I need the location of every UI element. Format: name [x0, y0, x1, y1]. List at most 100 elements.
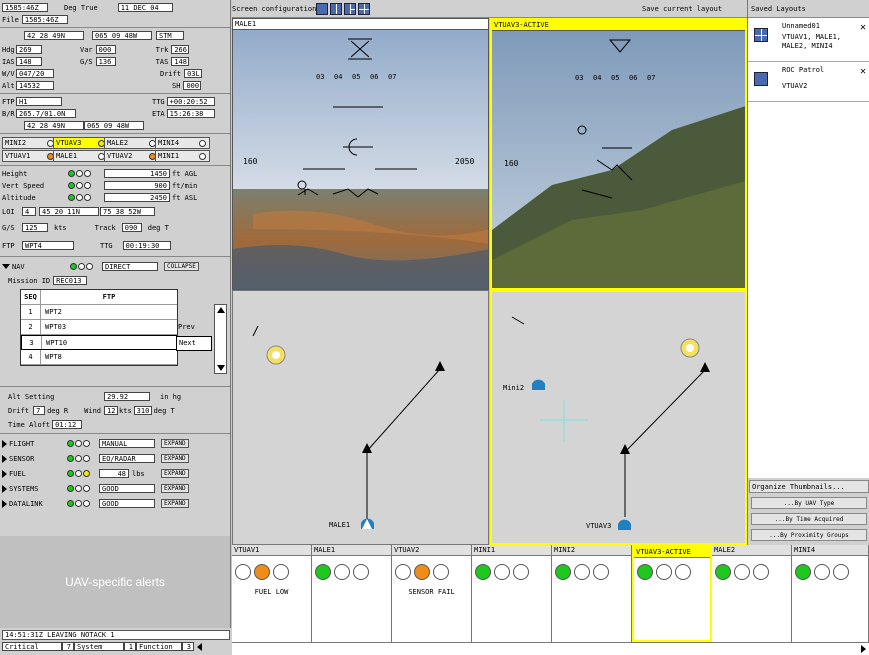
table-row[interactable]: 2 WPT03 — [21, 320, 177, 335]
uav-toggle[interactable]: MINI4 — [155, 137, 210, 149]
wind-field[interactable]: 12 — [104, 406, 119, 415]
table-row[interactable]: 1 WPT2 — [21, 305, 177, 320]
stm-field[interactable]: STM — [156, 31, 184, 40]
scroll-down-icon[interactable] — [217, 365, 225, 371]
vspeed-field[interactable]: 900 — [104, 181, 170, 190]
vtuav3-map-view[interactable]: Mini2 VTUAV3 — [490, 290, 747, 545]
system-value[interactable]: MANUAL — [99, 439, 155, 448]
system-value[interactable]: 48 — [99, 469, 129, 478]
altset-field[interactable]: 29.92 — [104, 392, 150, 401]
altitude-field[interactable]: 2450 — [104, 193, 170, 202]
collapse-button[interactable]: COLLAPSE — [164, 262, 199, 271]
expand-triangle-icon[interactable] — [2, 439, 7, 448]
layout-1-icon[interactable] — [316, 3, 328, 15]
eta-field[interactable]: 15:26:38 — [166, 109, 215, 118]
seq-cell: 1 — [21, 305, 41, 319]
uav-toggle[interactable]: VTUAV1 — [2, 150, 58, 162]
hdg-field[interactable]: 269 — [16, 45, 42, 54]
drift2-field[interactable]: 7 — [33, 406, 46, 415]
lon-field[interactable]: 065 09 48W — [92, 31, 152, 40]
uav-toggle[interactable]: VTUAV2 — [104, 150, 160, 162]
track-field[interactable]: 090 — [121, 223, 142, 232]
gs2-field[interactable]: 125 — [22, 223, 48, 232]
thumbnail-scrollbar[interactable] — [232, 642, 869, 655]
mission-field[interactable]: REC013 — [53, 276, 88, 285]
ftp2-field[interactable]: WPT4 — [22, 241, 74, 250]
by-time-button[interactable]: ...By Time Acquired — [751, 513, 867, 525]
by-type-button[interactable]: ...By UAV Type — [751, 497, 867, 509]
uav-toggle[interactable]: VTUAV3 — [53, 137, 109, 149]
saved-layout-item[interactable]: ROC Patrol VTUAV2 ✕ — [748, 62, 869, 102]
gs-field[interactable]: 136 — [95, 57, 116, 66]
uav-thumbnail[interactable]: VTUAV2 SENSOR FAIL — [392, 545, 472, 642]
save-layout-button[interactable]: Save current layout — [642, 5, 722, 13]
system-value[interactable]: GOOD — [99, 499, 155, 508]
height-field[interactable]: 1450 — [104, 169, 170, 178]
alt-field[interactable]: 14532 — [16, 81, 54, 90]
tas-field[interactable]: 148 — [171, 57, 190, 66]
expand-button[interactable]: EXPAND — [161, 484, 189, 493]
organize-button[interactable]: Organize Thumbnails... — [749, 480, 869, 493]
table-row[interactable]: 3 WPT10 — [21, 335, 177, 350]
layout-3-icon[interactable] — [344, 3, 356, 15]
loi-lat-field[interactable]: 45 20 11N — [39, 207, 99, 216]
male1-map-view[interactable]: MALE1 — [232, 290, 489, 545]
close-icon[interactable]: ✕ — [860, 22, 866, 33]
expand-button[interactable]: EXPAND — [161, 454, 189, 463]
lat2-field[interactable]: 42 28 49N — [24, 121, 84, 130]
ias-field[interactable]: 148 — [16, 57, 42, 66]
system-value[interactable]: EO/RADAR — [99, 454, 155, 463]
close-icon[interactable]: ✕ — [860, 66, 866, 77]
table-scrollbar[interactable] — [214, 304, 227, 374]
lat-field[interactable]: 42 28 49N — [24, 31, 84, 40]
uav-toggle[interactable]: MALE1 — [53, 150, 109, 162]
br-field[interactable]: 265.7/01.0N — [16, 109, 76, 118]
by-proximity-button[interactable]: ...By Proximity Groups — [751, 529, 867, 541]
expand-button[interactable]: EXPAND — [161, 439, 189, 448]
uav-toggle[interactable]: MALE2 — [104, 137, 160, 149]
uav-thumbnail[interactable]: MALE1 — [312, 545, 392, 642]
trk-field[interactable]: 266 — [171, 45, 190, 54]
scroll-left-icon[interactable] — [197, 642, 202, 651]
expand-triangle-icon[interactable] — [2, 469, 7, 478]
ttg2-field[interactable]: 00:19:30 — [122, 241, 171, 250]
saved-layout-item[interactable]: Unnamed01 VTUAV1, MALE1, MALE2, MINI4 ✕ — [748, 18, 869, 62]
var-field[interactable]: 000 — [95, 45, 116, 54]
expand-triangle-icon[interactable] — [2, 484, 7, 493]
uav-thumbnail-active[interactable]: VTUAV3-ACTIVE — [632, 545, 712, 642]
loi-lon-field[interactable]: 75 38 52W — [100, 207, 155, 216]
uav-thumbnail[interactable]: MINI1 — [472, 545, 552, 642]
expand-triangle-icon[interactable] — [2, 499, 7, 508]
scroll-right-icon[interactable] — [861, 645, 866, 653]
system-value[interactable]: GOOD — [99, 484, 155, 493]
time-aloft-field[interactable]: 01:12 — [52, 420, 83, 429]
layout-4-icon[interactable] — [358, 3, 370, 15]
uav-toggle[interactable]: MINI2 — [2, 137, 58, 149]
drift-field[interactable]: 03L — [184, 69, 203, 78]
scroll-up-icon[interactable] — [216, 307, 225, 313]
lon2-field[interactable]: 065 09 48W — [84, 121, 144, 130]
sh-field[interactable]: 000 — [183, 81, 202, 90]
uav-toggle[interactable]: MINI1 — [155, 150, 210, 162]
uav-thumbnail[interactable]: MINI2 — [552, 545, 632, 642]
coords-field[interactable]: 1585:46Z — [2, 3, 48, 12]
uav-thumbnail[interactable]: MINI4 — [792, 545, 869, 642]
ftp-field[interactable]: H1 — [16, 97, 62, 106]
wv-field[interactable]: 047/20 — [16, 69, 54, 78]
expand-triangle-icon[interactable] — [2, 454, 7, 463]
expand-button[interactable]: EXPAND — [161, 499, 189, 508]
vtuav3-camera-view[interactable]: 03 04 05 06 07 160 VTUAV3-ACTIVE — [490, 18, 747, 290]
layout-2-icon[interactable] — [330, 3, 342, 15]
ttg-field[interactable]: +00:20:52 — [166, 97, 215, 106]
file-field[interactable]: 1585:46Z — [21, 15, 68, 24]
date-field[interactable]: 11 DEC 04 — [117, 3, 173, 12]
loi-field[interactable]: 4 — [22, 207, 36, 216]
wind-dir-field[interactable]: 310 — [133, 406, 152, 415]
collapse-triangle-icon[interactable] — [2, 264, 10, 269]
male1-camera-view[interactable]: 03 04 05 06 07 160 2050 MALE1 — [232, 18, 489, 290]
expand-button[interactable]: EXPAND — [161, 469, 189, 478]
nav-mode-field[interactable]: DIRECT — [102, 262, 158, 271]
uav-thumbnail[interactable]: MALE2 — [712, 545, 792, 642]
uav-thumbnail[interactable]: VTUAV1 FUEL LOW — [232, 545, 312, 642]
table-row[interactable]: 4 WPT8 — [21, 350, 177, 365]
